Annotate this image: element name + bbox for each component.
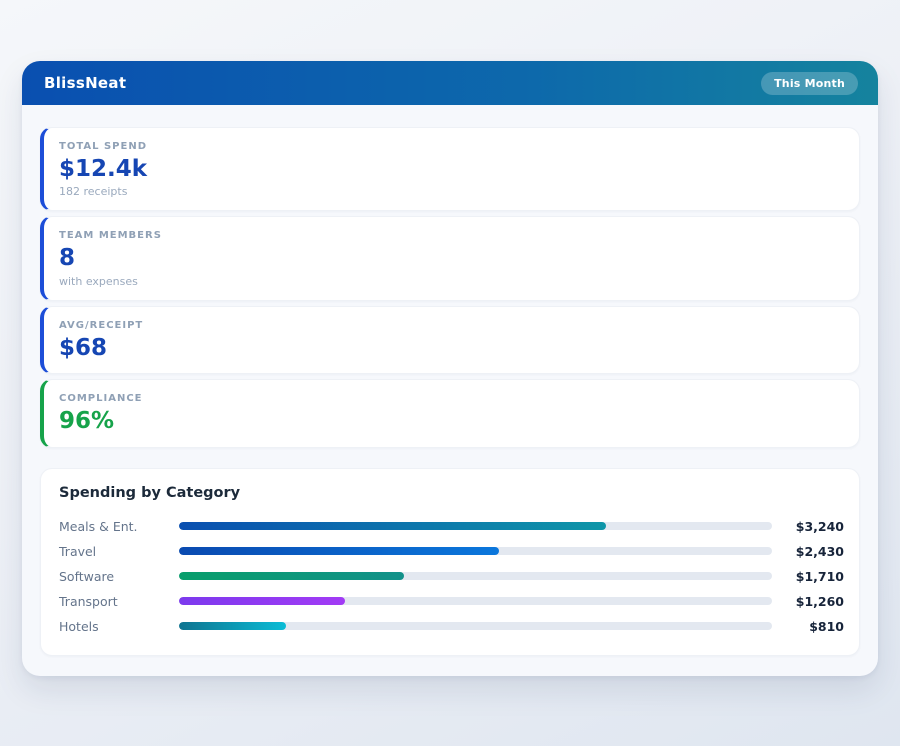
- chart-row-software: Software $1,710: [59, 564, 844, 589]
- category-label: Transport: [59, 594, 179, 609]
- bar-fill-meals: [179, 522, 606, 530]
- bar-fill-transport: [179, 597, 345, 605]
- value-label: $1,260: [772, 594, 844, 609]
- stat-card-compliance: COMPLIANCE 96%: [40, 379, 860, 447]
- stat-label: AVG/RECEIPT: [59, 320, 841, 331]
- stat-card-avg-receipt: AVG/RECEIPT $68: [40, 306, 860, 374]
- category-label: Meals & Ent.: [59, 519, 179, 534]
- stat-value: 96%: [59, 408, 841, 434]
- bar-track: [179, 572, 772, 580]
- dashboard-panel: BlissNeat This Month TOTAL SPEND $12.4k …: [22, 61, 878, 676]
- chart-row-meals: Meals & Ent. $3,240: [59, 514, 844, 539]
- bar-track: [179, 597, 772, 605]
- bar-fill-travel: [179, 547, 499, 555]
- bar-fill-software: [179, 572, 404, 580]
- chart-row-hotels: Hotels $810: [59, 614, 844, 639]
- stat-card-total-spend: TOTAL SPEND $12.4k 182 receipts: [40, 127, 860, 211]
- bar-track: [179, 522, 772, 530]
- app-header: BlissNeat This Month: [22, 61, 878, 105]
- stat-label: COMPLIANCE: [59, 393, 841, 404]
- stat-card-team-members: TEAM MEMBERS 8 with expenses: [40, 216, 860, 300]
- stat-value: $12.4k: [59, 156, 841, 182]
- stat-subtitle: 182 receipts: [59, 185, 841, 198]
- stat-label: TEAM MEMBERS: [59, 230, 841, 241]
- value-label: $1,710: [772, 569, 844, 584]
- stat-subtitle: with expenses: [59, 275, 841, 288]
- category-label: Software: [59, 569, 179, 584]
- stat-label: TOTAL SPEND: [59, 141, 841, 152]
- app-title: BlissNeat: [44, 74, 126, 92]
- chart-title: Spending by Category: [59, 485, 844, 501]
- value-label: $3,240: [772, 519, 844, 534]
- stat-value: 8: [59, 245, 841, 271]
- category-label: Hotels: [59, 619, 179, 634]
- bar-track: [179, 547, 772, 555]
- value-label: $2,430: [772, 544, 844, 559]
- bar-track: [179, 622, 772, 630]
- category-label: Travel: [59, 544, 179, 559]
- period-badge[interactable]: This Month: [761, 72, 858, 95]
- stat-value: $68: [59, 335, 841, 361]
- dashboard-content: TOTAL SPEND $12.4k 182 receipts TEAM MEM…: [22, 105, 878, 676]
- chart-row-travel: Travel $2,430: [59, 539, 844, 564]
- chart-row-transport: Transport $1,260: [59, 589, 844, 614]
- value-label: $810: [772, 619, 844, 634]
- spending-by-category-chart: Spending by Category Meals & Ent. $3,240…: [40, 468, 860, 656]
- bar-fill-hotels: [179, 622, 286, 630]
